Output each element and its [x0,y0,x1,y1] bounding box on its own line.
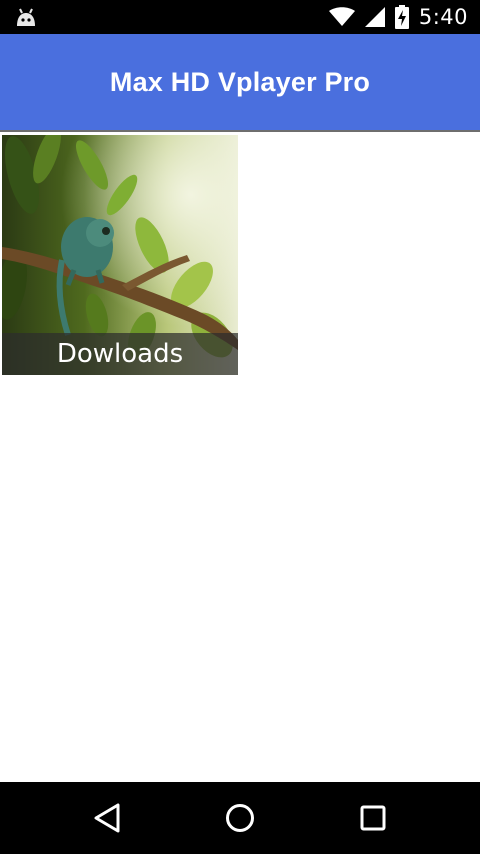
screen: 5:40 Max HD Vplayer Pro Dowloads [0,0,480,854]
status-icons: 5:40 [328,0,468,34]
app-bar: Max HD Vplayer Pro [0,34,480,130]
wifi-icon [328,7,355,26]
folder-grid: Dowloads [0,132,480,782]
navigation-bar [0,782,480,854]
battery-charging-icon [394,5,409,29]
back-icon[interactable] [90,800,126,836]
status-bar: 5:40 [0,0,480,34]
status-time: 5:40 [418,5,468,29]
signal-icon [364,7,385,27]
folder-tile-downloads[interactable]: Dowloads [2,135,238,375]
folder-caption: Dowloads [2,333,238,375]
recents-icon[interactable] [355,800,391,836]
home-icon[interactable] [222,800,258,836]
android-debug-icon [17,8,35,26]
app-title: Max HD Vplayer Pro [109,66,371,97]
folder-label: Dowloads [56,339,184,369]
